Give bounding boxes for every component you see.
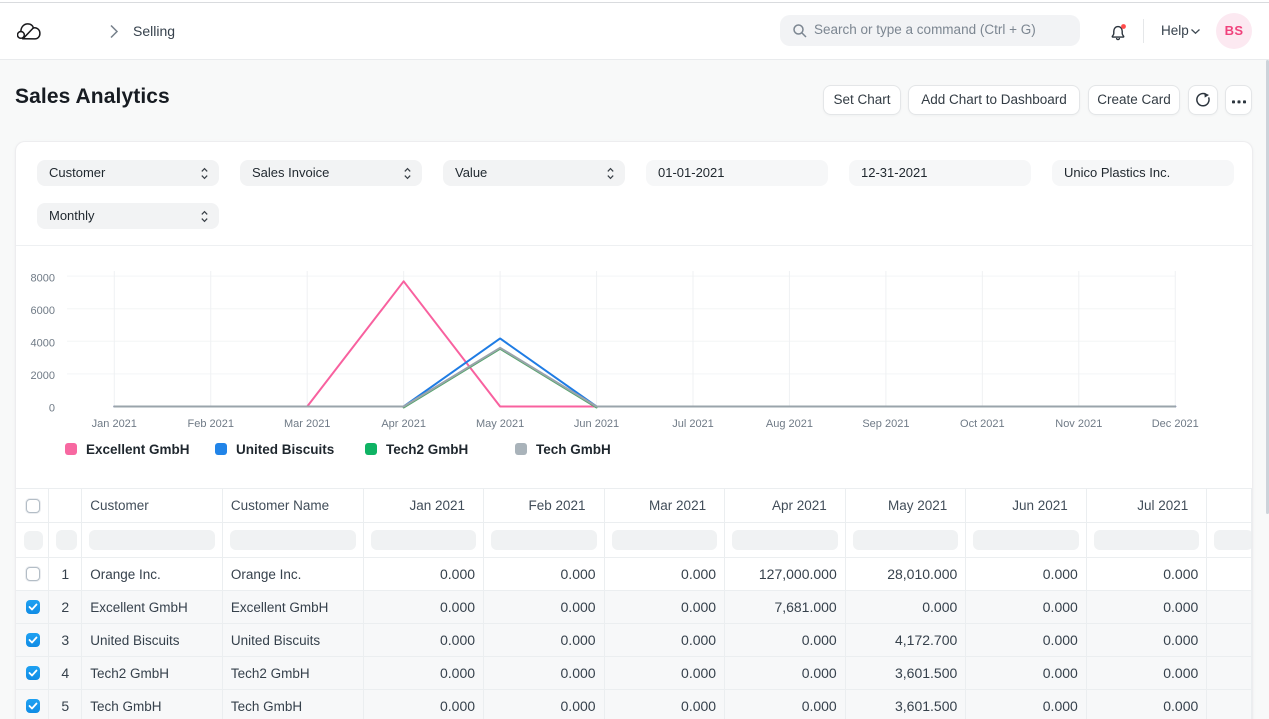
svg-text:2000: 2000 — [31, 370, 55, 382]
svg-text:Jul 2021: Jul 2021 — [672, 418, 714, 430]
svg-text:May 2021: May 2021 — [476, 418, 524, 430]
svg-text:0: 0 — [49, 403, 55, 415]
svg-text:Nov 2021: Nov 2021 — [1055, 418, 1102, 430]
svg-text:Aug 2021: Aug 2021 — [766, 418, 813, 430]
svg-text:8000: 8000 — [31, 272, 55, 284]
svg-text:Feb 2021: Feb 2021 — [188, 418, 234, 430]
svg-text:4000: 4000 — [31, 338, 55, 350]
svg-text:Jan 2021: Jan 2021 — [92, 418, 137, 430]
svg-text:Oct 2021: Oct 2021 — [960, 418, 1005, 430]
svg-text:Jun 2021: Jun 2021 — [574, 418, 619, 430]
svg-text:Mar 2021: Mar 2021 — [284, 418, 330, 430]
svg-text:Apr 2021: Apr 2021 — [381, 418, 426, 430]
svg-text:Dec 2021: Dec 2021 — [1152, 418, 1199, 430]
svg-text:6000: 6000 — [31, 305, 55, 317]
svg-text:Sep 2021: Sep 2021 — [862, 418, 909, 430]
